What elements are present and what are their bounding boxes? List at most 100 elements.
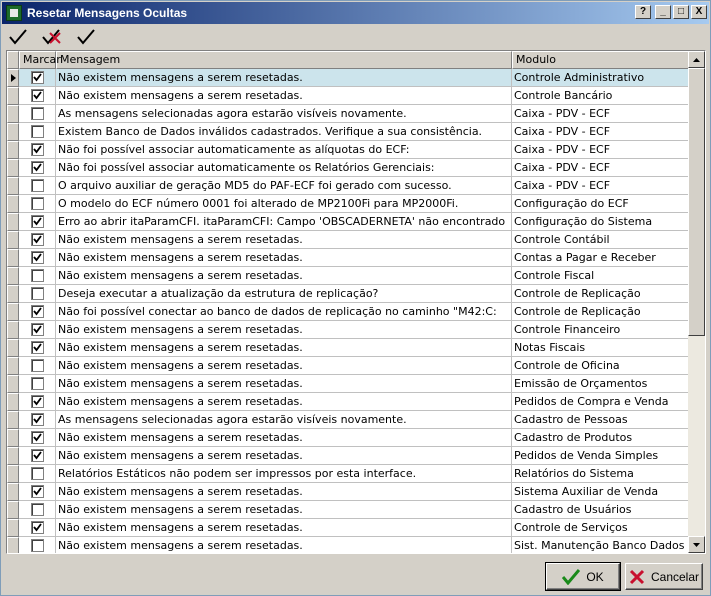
message-cell[interactable]: O arquivo auxiliar de geração MD5 do PAF…: [56, 177, 512, 195]
module-cell[interactable]: Controle Contábil: [512, 231, 689, 249]
table-row[interactable]: Erro ao abrir itaParamCFI. itaParamCFI: …: [7, 213, 689, 231]
row-indicator[interactable]: [7, 249, 19, 267]
table-row[interactable]: Não existem mensagens a serem resetadas.…: [7, 321, 689, 339]
row-indicator[interactable]: [7, 483, 19, 501]
row-indicator[interactable]: [7, 303, 19, 321]
message-cell[interactable]: Deseja executar a atualização da estrutu…: [56, 285, 512, 303]
marcar-checkbox[interactable]: [30, 71, 44, 84]
marcar-checkbox[interactable]: [30, 305, 44, 318]
table-row[interactable]: Não foi possível associar automaticament…: [7, 141, 689, 159]
table-row[interactable]: Não existem mensagens a serem resetadas.…: [7, 339, 689, 357]
message-cell[interactable]: Não existem mensagens a serem resetadas.: [56, 249, 512, 267]
module-cell[interactable]: Cadastro de Usuários: [512, 501, 689, 519]
module-cell[interactable]: Controle de Replicação: [512, 285, 689, 303]
marcar-checkbox[interactable]: [30, 125, 44, 138]
module-cell[interactable]: Caixa - PDV - ECF: [512, 177, 689, 195]
table-row[interactable]: Não foi possível conectar ao banco de da…: [7, 303, 689, 321]
marcar-checkbox[interactable]: [30, 143, 44, 156]
message-cell[interactable]: Não existem mensagens a serem resetadas.: [56, 429, 512, 447]
table-row[interactable]: Não existem mensagens a serem resetadas.…: [7, 519, 689, 537]
table-row[interactable]: Não existem mensagens a serem resetadas.…: [7, 375, 689, 393]
table-row[interactable]: Não foi possível associar automaticament…: [7, 159, 689, 177]
module-cell[interactable]: Cadastro de Pessoas: [512, 411, 689, 429]
message-cell[interactable]: Não existem mensagens a serem resetadas.: [56, 483, 512, 501]
marcar-checkbox[interactable]: [30, 197, 44, 210]
message-cell[interactable]: Não existem mensagens a serem resetadas.: [56, 375, 512, 393]
table-row[interactable]: Não existem mensagens a serem resetadas.…: [7, 447, 689, 465]
message-cell[interactable]: Existem Banco de Dados inválidos cadastr…: [56, 123, 512, 141]
marcar-checkbox[interactable]: [30, 413, 44, 426]
row-indicator[interactable]: [7, 141, 19, 159]
module-cell[interactable]: Cadastro de Produtos: [512, 429, 689, 447]
module-cell[interactable]: Caixa - PDV - ECF: [512, 105, 689, 123]
marcar-checkbox[interactable]: [30, 161, 44, 174]
module-cell[interactable]: Caixa - PDV - ECF: [512, 123, 689, 141]
uncheck-all-button[interactable]: [39, 26, 65, 48]
row-indicator[interactable]: [7, 195, 19, 213]
message-cell[interactable]: Não existem mensagens a serem resetadas.: [56, 519, 512, 537]
module-cell[interactable]: Emissão de Orçamentos: [512, 375, 689, 393]
marcar-checkbox[interactable]: [30, 395, 44, 408]
row-indicator[interactable]: [7, 285, 19, 303]
marcar-checkbox[interactable]: [30, 107, 44, 120]
table-row[interactable]: Não existem mensagens a serem resetadas.…: [7, 483, 689, 501]
row-indicator[interactable]: [7, 159, 19, 177]
maximize-button[interactable]: □: [673, 5, 689, 19]
marcar-checkbox[interactable]: [30, 521, 44, 534]
module-cell[interactable]: Caixa - PDV - ECF: [512, 159, 689, 177]
module-cell[interactable]: Pedidos de Compra e Venda: [512, 393, 689, 411]
table-row[interactable]: Não existem mensagens a serem resetadas.…: [7, 537, 689, 553]
table-row[interactable]: Não existem mensagens a serem resetadas.…: [7, 267, 689, 285]
module-cell[interactable]: Relatórios do Sistema: [512, 465, 689, 483]
row-indicator[interactable]: [7, 519, 19, 537]
table-row[interactable]: Relatórios Estáticos não podem ser impre…: [7, 465, 689, 483]
marcar-checkbox[interactable]: [30, 269, 44, 282]
row-indicator[interactable]: [7, 357, 19, 375]
invert-selection-button[interactable]: [73, 26, 99, 48]
message-cell[interactable]: Não existem mensagens a serem resetadas.: [56, 267, 512, 285]
table-row[interactable]: As mensagens selecionadas agora estarão …: [7, 105, 689, 123]
help-button[interactable]: ?: [635, 5, 651, 19]
row-indicator[interactable]: [7, 537, 19, 553]
close-button[interactable]: X: [691, 5, 707, 19]
marcar-checkbox[interactable]: [30, 467, 44, 480]
module-cell[interactable]: Contas a Pagar e Receber: [512, 249, 689, 267]
message-cell[interactable]: As mensagens selecionadas agora estarão …: [56, 105, 512, 123]
message-cell[interactable]: Não existem mensagens a serem resetadas.: [56, 69, 512, 87]
check-all-button[interactable]: [5, 26, 31, 48]
module-cell[interactable]: Controle de Serviços: [512, 519, 689, 537]
marcar-checkbox[interactable]: [30, 287, 44, 300]
table-row[interactable]: Deseja executar a atualização da estrutu…: [7, 285, 689, 303]
row-indicator[interactable]: [7, 339, 19, 357]
table-row[interactable]: Não existem mensagens a serem resetadas.…: [7, 429, 689, 447]
table-row[interactable]: Não existem mensagens a serem resetadas.…: [7, 501, 689, 519]
marcar-checkbox[interactable]: [30, 179, 44, 192]
message-cell[interactable]: Não existem mensagens a serem resetadas.: [56, 393, 512, 411]
row-indicator[interactable]: [7, 465, 19, 483]
table-row[interactable]: Não existem mensagens a serem resetadas.…: [7, 249, 689, 267]
marcar-checkbox[interactable]: [30, 503, 44, 516]
row-indicator[interactable]: [7, 177, 19, 195]
table-row[interactable]: As mensagens selecionadas agora estarão …: [7, 411, 689, 429]
message-cell[interactable]: Não existem mensagens a serem resetadas.: [56, 87, 512, 105]
marcar-checkbox[interactable]: [30, 341, 44, 354]
table-row[interactable]: Não existem mensagens a serem resetadas.…: [7, 87, 689, 105]
row-indicator[interactable]: [7, 267, 19, 285]
module-cell[interactable]: Controle Administrativo: [512, 69, 689, 87]
module-cell[interactable]: Controle Financeiro: [512, 321, 689, 339]
message-cell[interactable]: O modelo do ECF número 0001 foi alterado…: [56, 195, 512, 213]
marcar-checkbox[interactable]: [30, 323, 44, 336]
message-cell[interactable]: Não existem mensagens a serem resetadas.: [56, 447, 512, 465]
row-indicator[interactable]: [7, 231, 19, 249]
row-indicator[interactable]: [7, 213, 19, 231]
marcar-checkbox[interactable]: [30, 251, 44, 264]
scroll-up-button[interactable]: [688, 51, 705, 68]
module-cell[interactable]: Sistema Auxiliar de Venda: [512, 483, 689, 501]
cancel-button[interactable]: Cancelar: [625, 563, 703, 590]
marcar-checkbox[interactable]: [30, 377, 44, 390]
table-row[interactable]: Não existem mensagens a serem resetadas.…: [7, 69, 689, 87]
scroll-down-button[interactable]: [688, 536, 705, 553]
marcar-checkbox[interactable]: [30, 539, 44, 552]
module-cell[interactable]: Controle de Oficina: [512, 357, 689, 375]
row-indicator[interactable]: [7, 447, 19, 465]
